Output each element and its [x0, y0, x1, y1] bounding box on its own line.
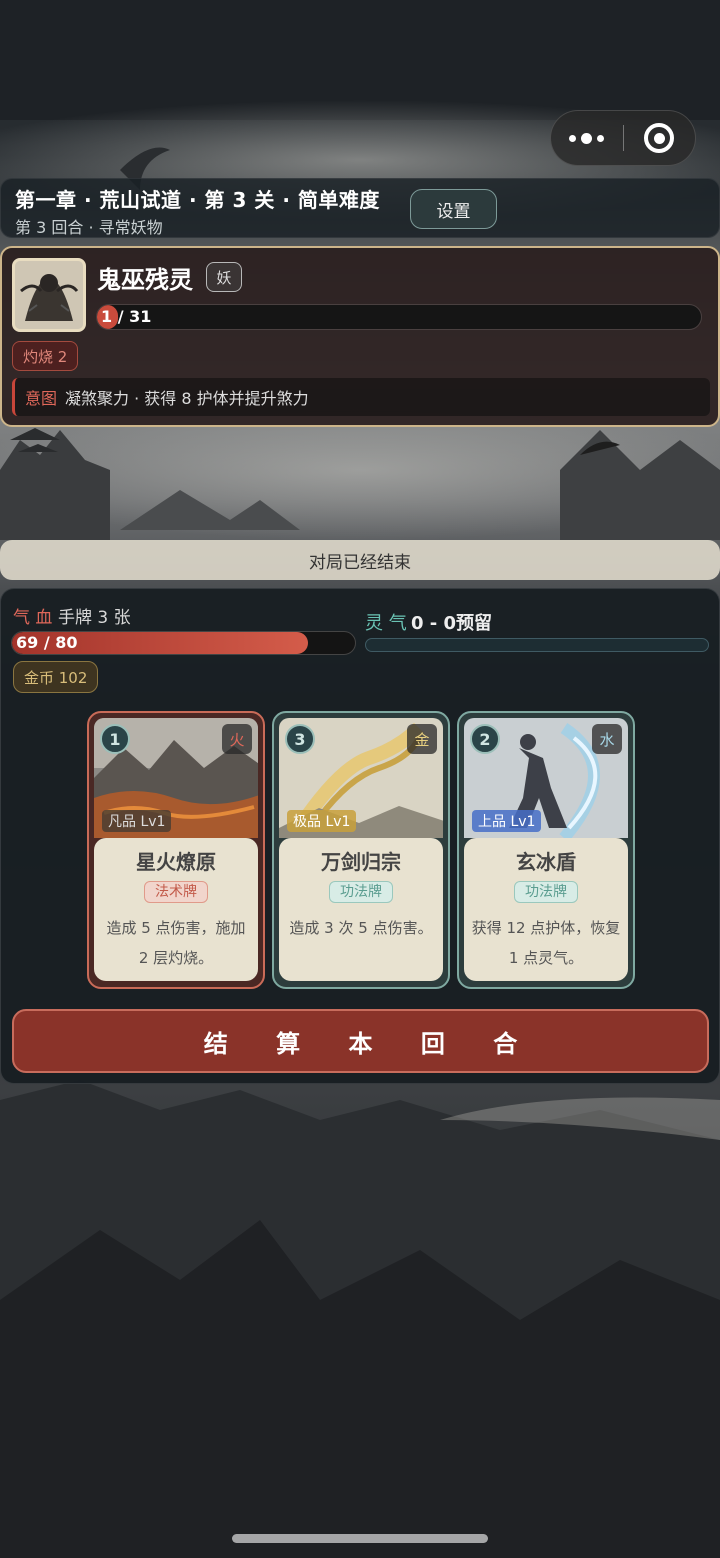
card-art: 1 火 凡品 Lv1	[94, 718, 258, 838]
card-body: 玄冰盾 功法牌 获得 12 点护体，恢复 1 点灵气。	[464, 838, 628, 981]
card-name: 玄冰盾	[516, 850, 576, 874]
coin-badge: 金币 102	[13, 661, 99, 693]
player-panel: 气 血 手牌 3 张 69 / 80 金币 102 灵 气 0 - 0预留 1 …	[0, 588, 720, 1084]
gold-element-icon: 金	[407, 724, 437, 754]
lingqi-bar	[365, 638, 709, 652]
home-indicator	[232, 1534, 488, 1543]
card-xuanbing[interactable]: 2 水 上品 Lv1 玄冰盾 功法牌 获得 12 点护体，恢复 1 点灵气。	[457, 711, 635, 989]
enemy-name: 鬼巫残灵	[97, 266, 193, 294]
end-turn-button[interactable]: 结 算 本 回 合	[12, 1009, 709, 1073]
round-subtitle: 第 3 回合 · 寻常妖物	[15, 218, 163, 237]
card-description: 获得 12 点护体，恢复 1 点灵气。	[471, 919, 621, 967]
fire-element-icon: 火	[222, 724, 252, 754]
more-dots-icon[interactable]	[551, 110, 623, 166]
card-description: 造成 5 点伤害，施加 2 层灼烧。	[106, 919, 246, 967]
card-art: 2 水 上品 Lv1	[464, 718, 628, 838]
card-rarity: 极品 Lv1	[287, 810, 357, 832]
card-body: 星火燎原 法术牌 造成 5 点伤害，施加 2 层灼烧。	[94, 838, 258, 981]
target-circle-icon[interactable]	[624, 110, 696, 166]
lingqi-label: 灵 气	[365, 613, 407, 634]
water-element-icon: 水	[592, 724, 622, 754]
intent-text: 凝煞聚力 · 获得 8 护体并提升煞力	[65, 389, 309, 408]
card-type-badge: 功法牌	[514, 881, 578, 903]
card-rarity: 凡品 Lv1	[102, 810, 172, 832]
stage-header: 第一章 · 荒山试道 · 第 3 关 · 简单难度 第 3 回合 · 寻常妖物	[0, 178, 720, 238]
player-hp-bar: 69 / 80	[11, 631, 356, 655]
player-hp-label: 气 血	[13, 608, 53, 628]
burn-status-badge: 灼烧 2	[12, 341, 79, 371]
lingqi-value: 0 - 0预留	[411, 613, 493, 634]
enemy-hp-text: 1 / 31	[101, 307, 152, 326]
card-name: 万剑归宗	[321, 850, 401, 874]
card-name: 星火燎原	[136, 850, 216, 874]
card-art: 3 金 极品 Lv1	[279, 718, 443, 838]
enemy-avatar	[12, 258, 86, 332]
enemy-hp-bar: 1 / 31	[96, 304, 702, 330]
settings-button[interactable]: 设置	[410, 189, 497, 229]
game-over-banner: 对局已经结束	[0, 540, 720, 580]
card-cost-badge: 2	[470, 724, 500, 754]
card-cost-badge: 3	[285, 724, 315, 754]
intent-label: 意图	[25, 389, 58, 408]
mini-program-capsule	[550, 110, 696, 166]
enemy-panel: 鬼巫残灵 妖 1 / 31 灼烧 2 意图 凝煞聚力 · 获得 8 护体并提升煞…	[0, 246, 720, 427]
card-description: 造成 3 次 5 点伤害。	[289, 919, 433, 937]
card-cost-badge: 1	[100, 724, 130, 754]
hand-count-label: 手牌 3 张	[58, 608, 131, 628]
enemy-intent: 意图 凝煞聚力 · 获得 8 护体并提升煞力	[12, 378, 710, 416]
enemy-type-badge: 妖	[206, 262, 242, 292]
stage-title: 第一章 · 荒山试道 · 第 3 关 · 简单难度	[15, 188, 380, 212]
card-rarity: 上品 Lv1	[472, 810, 542, 832]
card-body: 万剑归宗 功法牌 造成 3 次 5 点伤害。	[279, 838, 443, 981]
card-xinghuo[interactable]: 1 火 凡品 Lv1 星火燎原 法术牌 造成 5 点伤害，施加 2 层灼烧。	[87, 711, 265, 989]
card-type-badge: 功法牌	[329, 881, 393, 903]
player-hp-text: 69 / 80	[16, 633, 78, 652]
card-wanjian[interactable]: 3 金 极品 Lv1 万剑归宗 功法牌 造成 3 次 5 点伤害。	[272, 711, 450, 989]
card-type-badge: 法术牌	[144, 881, 208, 903]
